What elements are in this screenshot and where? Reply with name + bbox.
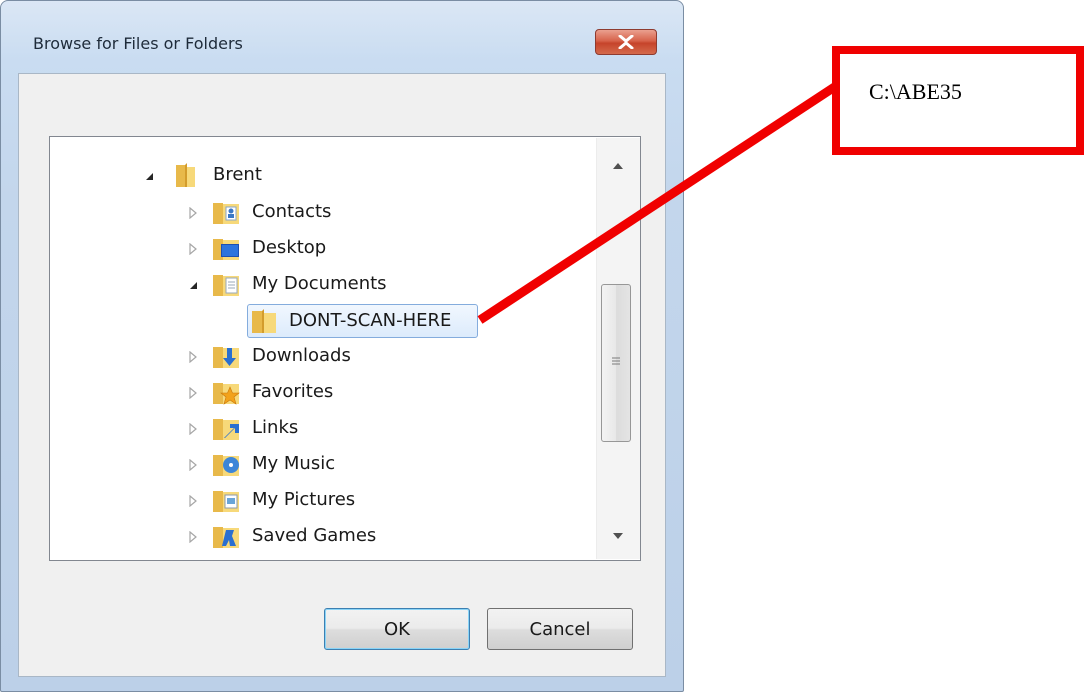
scroll-down-arrow-icon[interactable] xyxy=(605,524,631,548)
tree-item-favorites[interactable]: Favorites xyxy=(252,381,333,402)
collapsed-arrow-icon[interactable] xyxy=(186,386,200,400)
desktop-folder-icon xyxy=(211,234,239,260)
user-folder-icon xyxy=(173,161,199,187)
expanded-arrow-icon[interactable] xyxy=(142,169,156,183)
expanded-arrow-icon[interactable] xyxy=(186,278,200,292)
tree-item-brent[interactable]: Brent xyxy=(213,164,262,185)
collapsed-arrow-icon[interactable] xyxy=(186,494,200,508)
tree-item-my-documents[interactable]: My Documents xyxy=(252,273,387,294)
collapsed-arrow-icon[interactable] xyxy=(186,206,200,220)
pictures-folder-icon xyxy=(211,486,239,512)
close-x-icon xyxy=(618,35,634,49)
grip-icon xyxy=(612,357,620,365)
collapsed-arrow-icon[interactable] xyxy=(186,530,200,544)
links-folder-icon xyxy=(211,414,239,440)
title-bar[interactable]: Browse for Files or Folders xyxy=(1,1,683,55)
contacts-folder-icon xyxy=(211,198,239,224)
tree-item-dont-scan-here[interactable]: DONT-SCAN-HERE xyxy=(289,310,451,331)
tree-item-my-music[interactable]: My Music xyxy=(252,453,335,474)
tree-item-downloads[interactable]: Downloads xyxy=(252,345,351,366)
documents-folder-icon xyxy=(211,270,239,296)
music-folder-icon xyxy=(211,450,239,476)
tree-item-my-pictures[interactable]: My Pictures xyxy=(252,489,355,510)
tree-item-desktop[interactable]: Desktop xyxy=(252,237,326,258)
close-button[interactable] xyxy=(595,29,657,55)
scroll-thumb[interactable] xyxy=(601,284,631,442)
tree-item-saved-games[interactable]: Saved Games xyxy=(252,525,376,546)
tree-item-links[interactable]: Links xyxy=(252,417,298,438)
downloads-folder-icon xyxy=(211,342,239,368)
annotation-callout-box: C:\ABE35 xyxy=(832,46,1084,155)
dialog-title: Browse for Files or Folders xyxy=(33,34,243,53)
tree-item-contacts[interactable]: Contacts xyxy=(252,201,331,222)
vertical-scrollbar[interactable] xyxy=(596,138,640,559)
cancel-button[interactable]: Cancel xyxy=(487,608,633,650)
collapsed-arrow-icon[interactable] xyxy=(186,350,200,364)
annotation-text: C:\ABE35 xyxy=(869,79,962,104)
saved-games-folder-icon xyxy=(211,522,239,548)
ok-button[interactable]: OK xyxy=(324,608,470,650)
collapsed-arrow-icon[interactable] xyxy=(186,458,200,472)
collapsed-arrow-icon[interactable] xyxy=(186,422,200,436)
scroll-up-arrow-icon[interactable] xyxy=(605,154,631,178)
collapsed-arrow-icon[interactable] xyxy=(186,242,200,256)
favorites-folder-icon xyxy=(211,378,240,405)
folder-icon xyxy=(250,307,276,333)
